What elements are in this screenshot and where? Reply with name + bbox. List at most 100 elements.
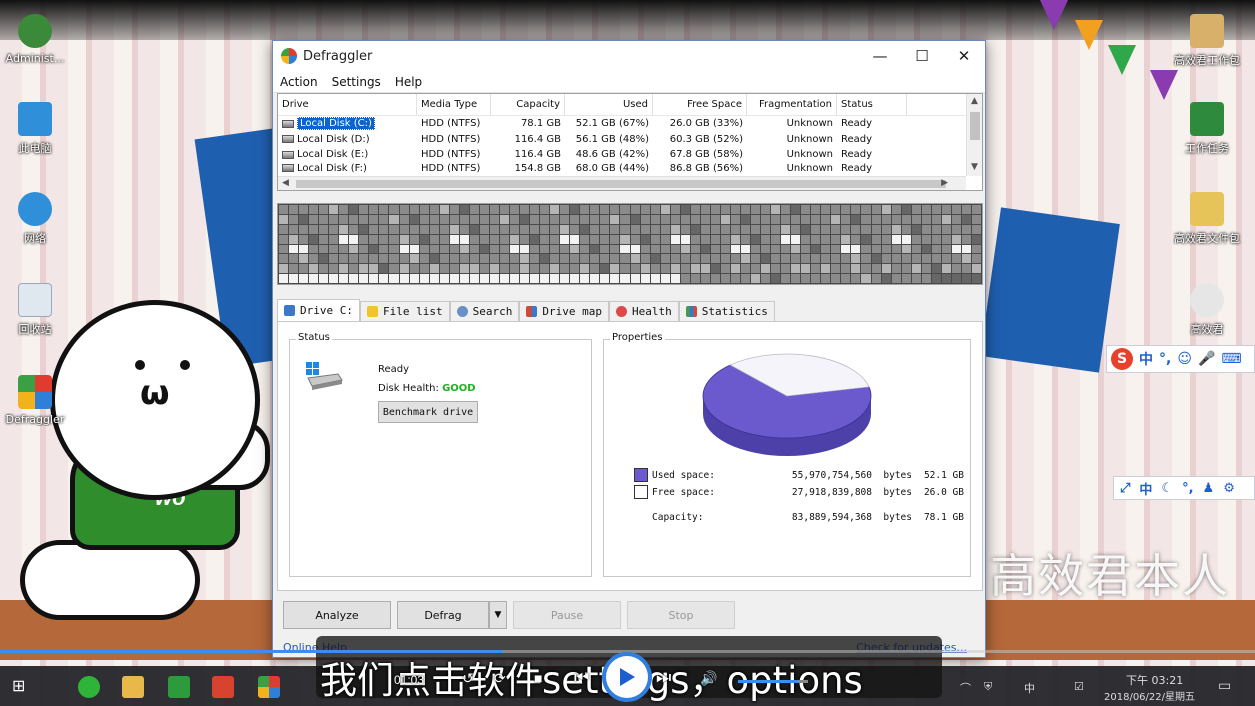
cluster-block <box>540 234 550 244</box>
tab-drive-c[interactable]: Drive C: <box>277 299 360 321</box>
play-button[interactable] <box>606 656 648 698</box>
cluster-block <box>389 224 399 234</box>
clock-time[interactable]: 下午 03:21 <box>1126 672 1183 688</box>
close-button[interactable]: ✕ <box>943 41 985 71</box>
ime-emoji-icon[interactable]: ☺ <box>1177 351 1192 367</box>
fragmentation: Unknown <box>786 162 833 174</box>
cluster-block <box>941 205 951 214</box>
notification-icon[interactable]: ▭ <box>1218 678 1231 694</box>
ime-keyboard-icon[interactable]: ⌨ <box>1221 351 1241 367</box>
cluster-block <box>469 224 479 234</box>
horizontal-scrollbar[interactable]: ◀ ▶ <box>278 176 966 190</box>
column-header[interactable]: Drive <box>278 93 417 116</box>
desktop-icon-admin[interactable]: Administ... <box>0 14 70 65</box>
column-header[interactable]: Fragmentation <box>747 93 837 116</box>
refresh-icon[interactable]: ⟳ <box>494 670 506 687</box>
desktop-icon-defraggler[interactable]: Defraggler <box>0 375 70 426</box>
volume-slider[interactable] <box>738 680 808 683</box>
drive-cluster-map[interactable] <box>277 203 983 285</box>
menu-action[interactable]: Action <box>280 75 318 89</box>
ime-punct-icon[interactable]: °, <box>1159 351 1171 367</box>
column-header[interactable]: Free Space <box>653 93 747 116</box>
minimize-button[interactable]: — <box>859 41 901 71</box>
desktop-icon-network[interactable]: 网络 <box>0 192 70 246</box>
column-header[interactable]: Status <box>837 93 907 116</box>
rewind-icon[interactable]: ↺ <box>462 670 474 687</box>
sogou-icon[interactable]: S <box>1111 348 1133 370</box>
title-bar[interactable]: Defraggler — ☐ ✕ <box>273 41 985 71</box>
cluster-block <box>821 254 831 264</box>
desktop-icon-recycle-bin[interactable]: 回收站 <box>0 283 70 337</box>
scroll-thumb[interactable] <box>970 112 980 140</box>
tray-network-icon[interactable]: ⌒ <box>960 680 971 696</box>
next-icon[interactable]: ⏭ <box>656 668 671 688</box>
clock-date[interactable]: 2018/06/22/星期五 <box>1104 688 1195 703</box>
vertical-scrollbar[interactable]: ▲ ▼ <box>966 94 982 176</box>
scroll-thumb[interactable] <box>296 180 946 188</box>
recorder-icon[interactable] <box>212 676 234 698</box>
cluster-block <box>319 254 329 264</box>
drive-row[interactable]: Local Disk (C:) HDD (NTFS) 78.1 GB 52.1 … <box>278 116 982 132</box>
desktop-icon-work-tasks[interactable]: 工作任务 <box>1172 102 1242 156</box>
defrag-button[interactable]: Defrag <box>397 601 489 629</box>
ime-chinese-toggle[interactable]: 中 <box>1139 479 1152 498</box>
cluster-block <box>530 234 540 244</box>
scroll-down-icon[interactable]: ▼ <box>971 162 978 172</box>
column-header[interactable]: Media Type <box>417 93 491 116</box>
cluster-block <box>771 214 781 224</box>
ime-punct-icon[interactable]: °, <box>1182 481 1193 496</box>
stop-icon[interactable]: ■ <box>534 670 542 686</box>
pause-button[interactable]: Pause <box>513 601 621 629</box>
desktop-icon-gaoxiaojun[interactable]: 高效君 <box>1172 283 1242 337</box>
drive-list[interactable]: Drive Media Type Capacity Used Free Spac… <box>277 93 983 191</box>
tab-statistics[interactable]: Statistics <box>678 301 775 321</box>
ime-settings-icon[interactable]: ⚙ <box>1223 481 1235 496</box>
ime-mic-icon[interactable]: 🎤 <box>1198 351 1215 367</box>
stop-button[interactable]: Stop <box>627 601 735 629</box>
cluster-block <box>971 254 981 264</box>
start-button-icon[interactable]: ⊞ <box>12 676 34 698</box>
drive-row[interactable]: Local Disk (D:) HDD (NTFS) 116.4 GB 56.1… <box>278 132 982 148</box>
column-header[interactable]: Capacity <box>491 93 565 116</box>
drive-row[interactable]: Local Disk (F:) HDD (NTFS) 154.8 GB 68.0… <box>278 163 982 175</box>
menu-help[interactable]: Help <box>395 75 422 89</box>
tab-drive-map[interactable]: Drive map <box>519 301 609 321</box>
tray-checkbox-icon[interactable]: ☑ <box>1074 680 1084 693</box>
tab-health[interactable]: Health <box>608 301 679 321</box>
ime-user-icon[interactable]: ♟ <box>1203 481 1215 496</box>
cluster-block <box>620 224 630 234</box>
video-progress-bar[interactable] <box>0 650 1255 653</box>
ime-chinese-toggle[interactable]: 中 <box>1139 349 1153 369</box>
scroll-left-icon[interactable]: ◀ <box>282 178 289 188</box>
used: 52.1 GB (67%) <box>575 118 649 130</box>
camtasia-icon[interactable] <box>168 676 190 698</box>
file-explorer-icon[interactable] <box>122 676 144 698</box>
tray-ime-indicator[interactable]: 中 <box>1024 680 1035 696</box>
column-header[interactable]: Used <box>565 93 653 116</box>
volume-icon[interactable]: 🔊 <box>700 670 717 687</box>
desktop-icon-this-pc[interactable]: 此电脑 <box>0 102 70 156</box>
tab-search[interactable]: Search <box>449 301 520 321</box>
maximize-button[interactable]: ☐ <box>901 41 943 71</box>
defraggler-taskbar-icon[interactable] <box>258 676 280 698</box>
cluster-block <box>730 234 740 244</box>
scroll-right-icon[interactable]: ▶ <box>941 178 948 188</box>
cluster-block <box>730 254 740 264</box>
menu-settings[interactable]: Settings <box>332 75 381 89</box>
tray-shield-icon[interactable]: ⛨ <box>984 680 992 694</box>
defrag-dropdown-icon[interactable]: ▼ <box>489 601 507 629</box>
wechat-icon[interactable] <box>78 676 100 698</box>
analyze-button[interactable]: Analyze <box>283 601 391 629</box>
ime-toolbar[interactable]: S 中 °, ☺ 🎤 ⌨ <box>1106 345 1255 373</box>
ime-toolbar-secondary[interactable]: ⤢ 中 ☾ °, ♟ ⚙ <box>1113 476 1255 500</box>
drive-row[interactable]: Local Disk (E:) HDD (NTFS) 116.4 GB 48.6… <box>278 147 982 163</box>
desktop-icon-file-package[interactable]: 高效君文件包 <box>1172 192 1242 246</box>
ime-moon-icon[interactable]: ☾ <box>1161 481 1173 496</box>
desktop-icon-work-package[interactable]: 高效君工作包 <box>1172 14 1242 68</box>
previous-icon[interactable]: ⏮ <box>574 668 589 688</box>
benchmark-drive-button[interactable]: Benchmark drive <box>378 401 478 423</box>
scroll-up-icon[interactable]: ▲ <box>971 96 978 106</box>
tab-file-list[interactable]: File list <box>359 301 450 321</box>
ime-expand-icon[interactable]: ⤢ <box>1120 481 1130 496</box>
cluster-block <box>700 205 710 214</box>
